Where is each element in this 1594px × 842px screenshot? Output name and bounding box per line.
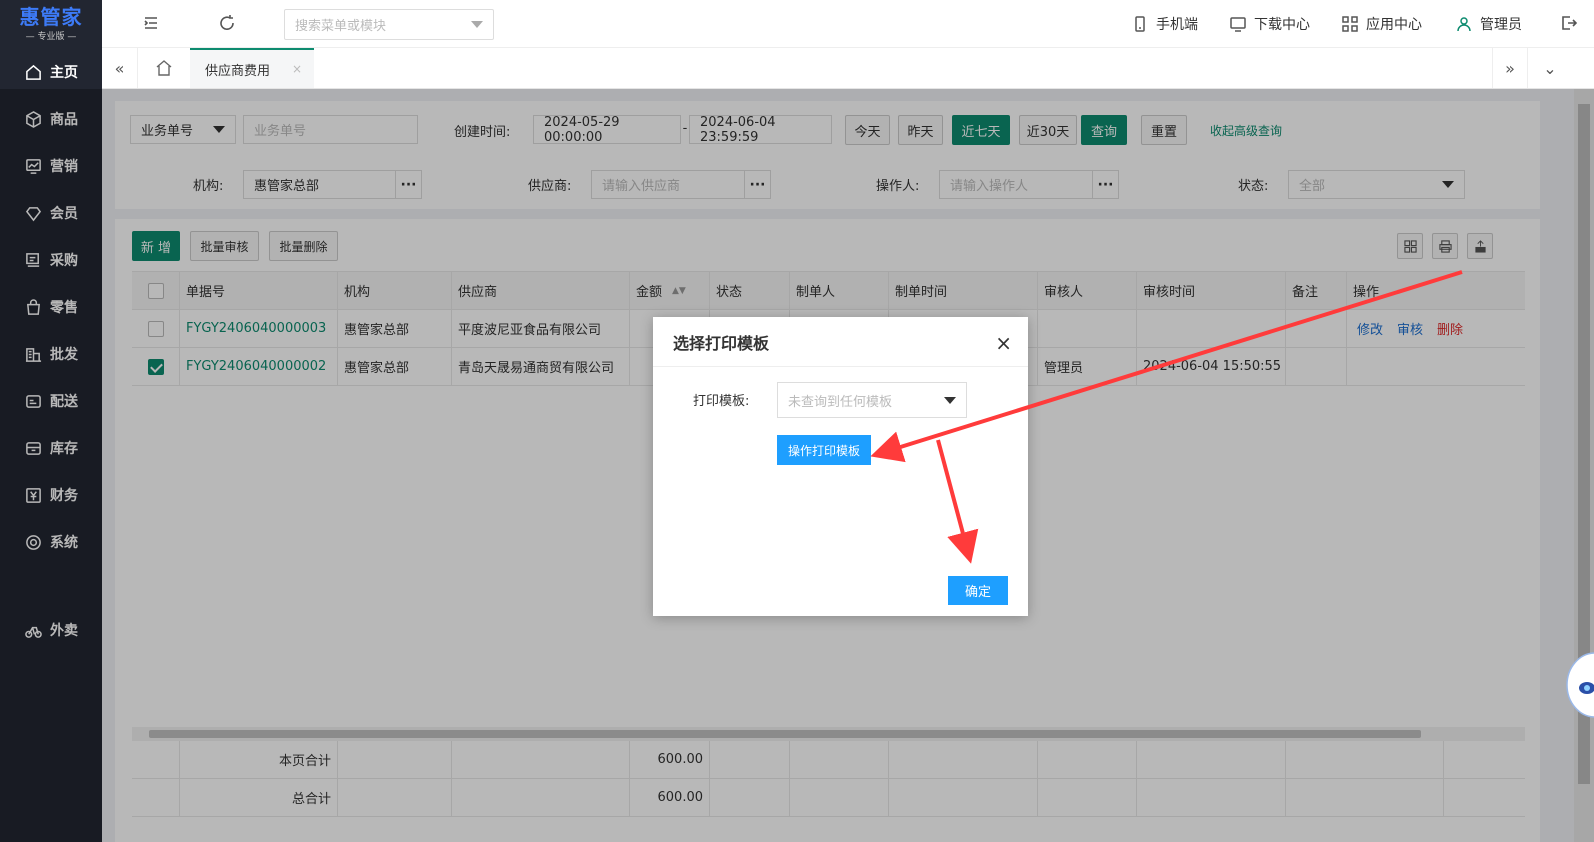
sidebar-item-home[interactable]: 主页 — [24, 60, 78, 84]
user-menu[interactable]: 管理员 — [1456, 14, 1522, 34]
tab-label: 供应商费用 — [205, 63, 271, 79]
logo-text: 惠管家 — [19, 5, 83, 29]
tab-bar: « 供应商费用 × » ⌄ — [102, 48, 1594, 89]
template-placeholder: 未查询到任何模板 — [788, 394, 893, 410]
logo: 惠管家 — 专业版 — — [0, 0, 102, 48]
confirm-button[interactable]: 确定 — [948, 576, 1008, 605]
mobile-icon — [1135, 16, 1145, 32]
top-bar: 搜索菜单或模块 手机端 下载中心 应用中心 管理员 — [102, 0, 1594, 48]
template-select[interactable]: 未查询到任何模板 — [777, 382, 967, 418]
home-icon — [24, 63, 42, 81]
chevron-down-icon — [944, 396, 956, 404]
tab-scroll-right-icon[interactable]: » — [1492, 48, 1528, 88]
operate-template-button[interactable]: 操作打印模板 — [777, 435, 871, 465]
download-icon — [1230, 17, 1246, 32]
user-name: 管理员 — [1480, 17, 1522, 33]
dialog-header: 选择打印模板 × — [653, 317, 1028, 367]
chevron-down-icon — [471, 21, 483, 28]
apps-icon — [1342, 16, 1358, 32]
assistant-robot-icon[interactable] — [1565, 650, 1594, 720]
apps-label: 应用中心 — [1366, 17, 1422, 33]
sidebar-item-label: 主页 — [50, 65, 78, 81]
close-icon[interactable]: × — [995, 331, 1012, 355]
tab-scroll-left-icon[interactable]: « — [102, 48, 138, 88]
logo-subtitle: — 专业版 — — [25, 32, 77, 42]
menu-fold-icon[interactable] — [142, 14, 162, 34]
refresh-icon[interactable] — [218, 14, 238, 34]
menu-search-placeholder: 搜索菜单或模块 — [295, 19, 387, 34]
download-label: 下载中心 — [1254, 17, 1310, 33]
mobile-link[interactable]: 手机端 — [1132, 14, 1198, 34]
tab-supplier-fee[interactable]: 供应商费用 × — [190, 48, 314, 88]
template-label: 打印模板: — [693, 394, 750, 409]
tab-close-icon[interactable]: × — [292, 62, 302, 76]
user-icon — [1457, 17, 1471, 32]
dialog-title: 选择打印模板 — [673, 333, 770, 353]
app-center-link[interactable]: 应用中心 — [1342, 14, 1422, 34]
mobile-label: 手机端 — [1156, 17, 1198, 33]
menu-search-select[interactable]: 搜索菜单或模块 — [284, 9, 494, 40]
home-tab-icon[interactable] — [146, 48, 182, 88]
tab-menu-chevron-icon[interactable]: ⌄ — [1532, 48, 1568, 88]
logout-icon[interactable] — [1560, 14, 1580, 34]
download-center-link[interactable]: 下载中心 — [1230, 14, 1310, 34]
print-template-dialog: 选择打印模板 × 打印模板: 未查询到任何模板 操作打印模板 确定 — [653, 317, 1028, 616]
